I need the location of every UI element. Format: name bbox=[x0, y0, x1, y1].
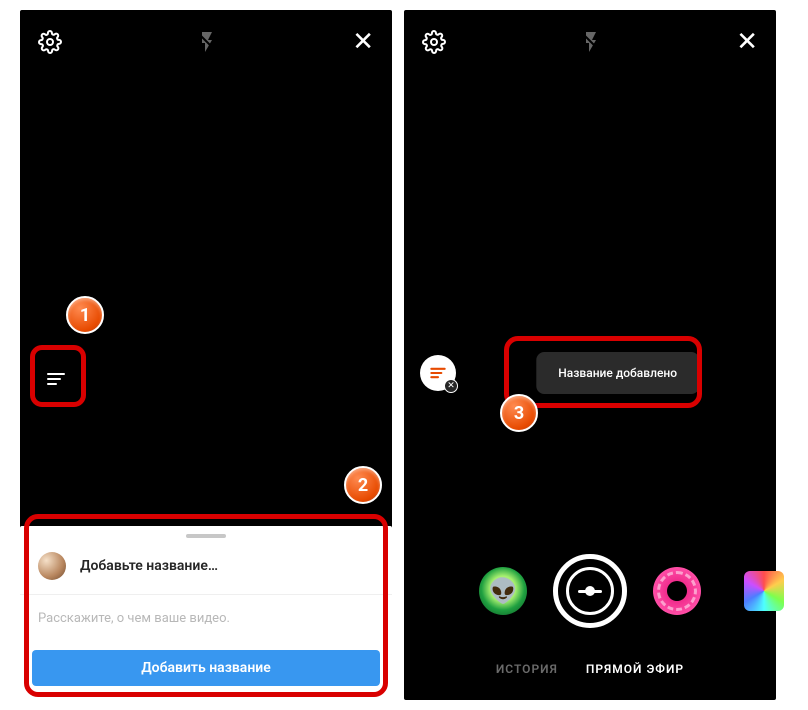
broadcast-icon bbox=[585, 586, 595, 596]
mode-story[interactable]: ИСТОРИЯ bbox=[496, 662, 558, 676]
camera-mode-selector[interactable]: ИСТОРИЯ ПРЯМОЙ ЭФИР bbox=[404, 662, 776, 676]
annotation-badge-1: 1 bbox=[66, 296, 104, 334]
add-title-sheet: Добавьте название… Расскажите, о чем ваш… bbox=[20, 526, 392, 700]
live-shutter-button[interactable] bbox=[553, 554, 627, 628]
sheet-title-text[interactable]: Добавьте название… bbox=[80, 558, 218, 574]
phone-screen-left: ✕ Добавьте название… Расскажите, о чем в… bbox=[20, 10, 392, 700]
close-icon[interactable]: ✕ bbox=[352, 27, 374, 57]
sheet-header: Добавьте название… bbox=[20, 538, 392, 595]
mode-live[interactable]: ПРЯМОЙ ЭФИР bbox=[586, 662, 684, 676]
effect-alien[interactable] bbox=[479, 567, 527, 615]
effect-donut[interactable] bbox=[653, 567, 701, 615]
annotation-badge-3: 3 bbox=[500, 394, 538, 432]
user-avatar bbox=[38, 552, 66, 580]
settings-icon[interactable] bbox=[38, 30, 62, 54]
effects-carousel[interactable] bbox=[404, 554, 776, 628]
remove-title-icon[interactable]: ✕ bbox=[444, 379, 458, 393]
top-bar: ✕ bbox=[20, 22, 392, 62]
flash-off-icon[interactable] bbox=[195, 30, 219, 54]
title-added-toast: Название добавлено bbox=[536, 352, 699, 394]
title-added-chip[interactable]: ✕ bbox=[420, 355, 456, 391]
add-title-button[interactable]: Добавить название bbox=[32, 650, 380, 686]
phone-screen-right: ✕ ✕ Название добавлено ИСТОРИЯ ПРЯМОЙ ЭФ… bbox=[404, 10, 776, 700]
effect-rainbow[interactable] bbox=[744, 571, 784, 611]
annotation-badge-2: 2 bbox=[344, 466, 382, 504]
settings-icon[interactable] bbox=[422, 30, 446, 54]
flash-off-icon[interactable] bbox=[579, 30, 603, 54]
add-title-icon[interactable] bbox=[42, 365, 70, 393]
sheet-body: Расскажите, о чем ваше видео. bbox=[20, 595, 392, 640]
description-input[interactable]: Расскажите, о чем ваше видео. bbox=[38, 611, 374, 626]
close-icon[interactable]: ✕ bbox=[736, 27, 758, 57]
top-bar: ✕ bbox=[404, 22, 776, 62]
